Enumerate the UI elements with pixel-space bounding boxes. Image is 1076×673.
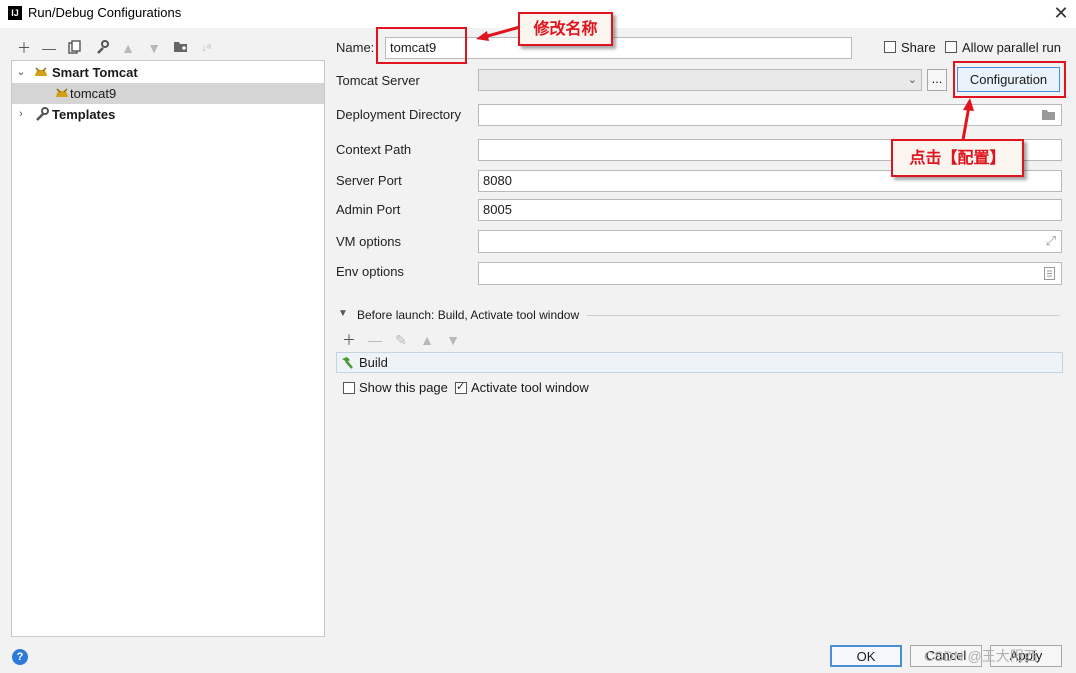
tree-label-smart-tomcat: Smart Tomcat	[52, 65, 138, 80]
server-port-label: Server Port	[336, 173, 402, 188]
help-icon[interactable]: ?	[12, 649, 28, 665]
before-launch-task-build[interactable]: Build	[336, 352, 1063, 373]
share-label: Share	[901, 40, 936, 55]
name-label: Name:	[336, 40, 375, 55]
tree-label-tomcat9: tomcat9	[70, 86, 117, 101]
sort-icon[interactable]: ↓ᵃ	[198, 40, 214, 56]
tree-item-smart-tomcat[interactable]: ⌄ Smart Tomcat	[12, 62, 324, 83]
allow-parallel-checkbox[interactable]	[945, 41, 957, 53]
arrow-to-name-icon	[476, 25, 521, 41]
show-this-page-label: Show this page	[359, 380, 448, 395]
browse-server-button[interactable]: ...	[927, 69, 947, 91]
copy-icon[interactable]	[67, 40, 83, 56]
remove-task-icon[interactable]: —	[367, 332, 383, 348]
configuration-tree: ⌄ Smart Tomcat tomcat9 › Templates	[11, 60, 325, 637]
move-task-up-icon[interactable]: ▲	[419, 332, 435, 348]
checkmark-icon: ✓	[456, 381, 466, 393]
context-path-label: Context Path	[336, 142, 412, 157]
tree-item-templates[interactable]: › Templates	[12, 104, 324, 125]
chevron-down-icon: ⌄	[907, 74, 917, 86]
move-task-down-icon[interactable]: ▼	[445, 332, 461, 348]
tree-label-templates: Templates	[52, 107, 116, 122]
activate-tool-window-checkbox[interactable]: ✓	[455, 381, 467, 394]
share-checkbox[interactable]	[884, 41, 896, 53]
name-highlight-box	[376, 27, 467, 64]
build-task-label: Build	[359, 355, 388, 370]
folder-icon[interactable]	[1041, 109, 1056, 121]
wrench-icon[interactable]	[94, 40, 110, 56]
rename-callout: 修改名称	[518, 12, 613, 46]
separator	[587, 315, 1060, 316]
watermark: CSDN @王大阳西	[924, 648, 1038, 664]
collapse-arrow-icon[interactable]: ▼	[338, 308, 348, 319]
new-folder-icon[interactable]	[172, 40, 188, 56]
document-icon[interactable]	[1044, 267, 1055, 280]
activate-tool-window-label: Activate tool window	[471, 380, 589, 395]
expand-icon[interactable]: ⤢	[1046, 231, 1056, 251]
admin-port-label: Admin Port	[336, 202, 401, 217]
window-title: Run/Debug Configurations	[28, 5, 182, 20]
add-icon[interactable]: ＋	[16, 40, 32, 56]
env-options-label: Env options	[336, 264, 404, 279]
close-icon[interactable]: ✕	[1050, 2, 1072, 24]
click-config-callout: 点击【配置】	[891, 139, 1024, 177]
chevron-right-icon[interactable]: ›	[15, 104, 27, 125]
intellij-app-icon: IJ	[8, 6, 22, 20]
edit-task-icon[interactable]: ✎	[393, 332, 409, 348]
tomcat-server-select[interactable]: ⌄	[478, 69, 922, 91]
wrench-icon	[36, 107, 49, 121]
tomcat-icon	[35, 67, 47, 76]
vm-options-input[interactable]: ⤢	[478, 230, 1062, 253]
env-options-input[interactable]	[478, 262, 1062, 285]
ok-button[interactable]: OK	[830, 645, 902, 667]
move-up-icon[interactable]: ▲	[120, 40, 136, 56]
tomcat-icon	[56, 88, 68, 97]
tree-item-tomcat9[interactable]: tomcat9	[12, 83, 324, 104]
deployment-directory-label: Deployment Directory	[336, 107, 461, 122]
tomcat-server-label: Tomcat Server	[336, 73, 420, 88]
vm-options-label: VM options	[336, 234, 402, 249]
show-this-page-checkbox[interactable]	[343, 382, 355, 394]
before-launch-header: Before launch: Build, Activate tool wind…	[357, 308, 580, 322]
hammer-icon	[342, 357, 353, 369]
remove-icon[interactable]: —	[41, 40, 57, 56]
configuration-highlight-box	[953, 61, 1066, 98]
chevron-down-icon[interactable]: ⌄	[15, 62, 27, 83]
admin-port-input[interactable]: 8005	[478, 199, 1062, 221]
move-down-icon[interactable]: ▼	[146, 40, 162, 56]
allow-parallel-label: Allow parallel run	[962, 40, 1061, 55]
add-task-icon[interactable]: ＋	[341, 332, 357, 348]
arrow-to-configuration-icon	[961, 98, 974, 141]
